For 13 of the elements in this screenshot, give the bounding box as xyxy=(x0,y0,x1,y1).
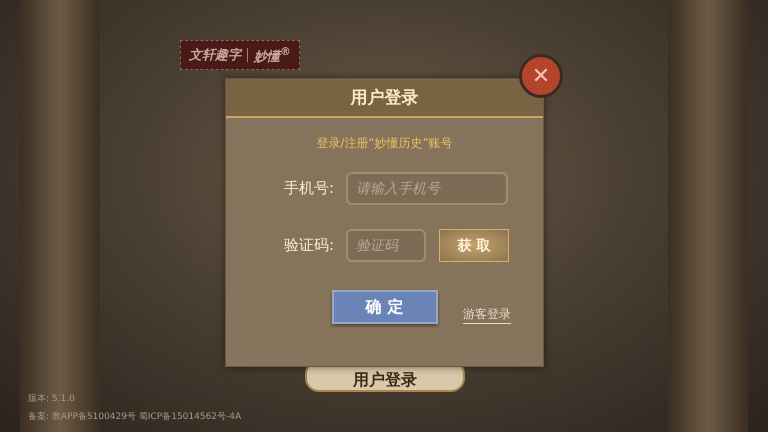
close-button[interactable]: ✕ xyxy=(519,54,563,98)
guest-login-link[interactable]: 游客登录 xyxy=(463,306,511,324)
brand-name: 文轩趣字 xyxy=(189,46,241,64)
field-label: 手机号: xyxy=(282,179,334,198)
field-label: 验证码: xyxy=(282,236,334,255)
product-name: 妙懂$^{®}$ xyxy=(254,44,291,66)
code-input-field[interactable]: 验证码 xyxy=(346,229,426,262)
dialog-subtitle: 登录/注册“妙懂历史”账号 xyxy=(316,135,453,152)
version-text: 版本: 5.1.0 xyxy=(28,392,76,406)
get-code-button[interactable]: 获 取 xyxy=(439,229,509,262)
confirm-button[interactable]: 确 定 xyxy=(332,290,438,324)
phone-input-field[interactable]: 请输入手机号 xyxy=(346,172,508,205)
record-text: 备案: 教APP备5100429号 蜀ICP备15014562号-4A xyxy=(28,410,242,424)
